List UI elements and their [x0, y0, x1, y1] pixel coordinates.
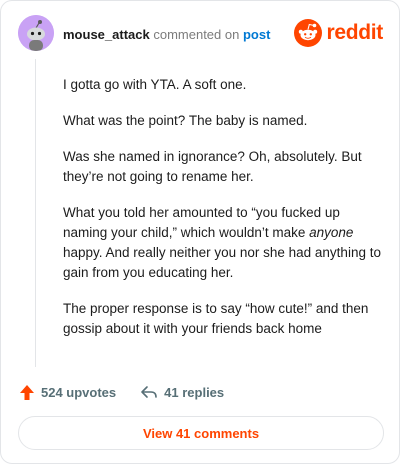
upvote-arrow-icon[interactable]	[19, 384, 35, 401]
brand-wordmark: reddit	[326, 21, 383, 44]
post-link[interactable]: post	[243, 27, 270, 42]
reddit-logo-icon	[294, 19, 323, 47]
upvote-count: 524 upvotes	[41, 384, 117, 400]
reply-arrow-icon[interactable]	[140, 385, 158, 399]
comment-paragraph: What was the point? The baby is named.	[63, 113, 308, 128]
paragraph-text: What you told her amounted to “you fucke…	[63, 205, 340, 240]
username[interactable]: mouse_attack	[63, 27, 150, 42]
comment-card: mouse_attack commented on post reddit I …	[0, 0, 400, 464]
reddit-brand[interactable]: reddit	[294, 19, 383, 47]
comment-meta: mouse_attack commented on post	[63, 27, 270, 43]
view-comments-button[interactable]: View 41 comments	[18, 416, 384, 450]
comment-paragraph: I gotta go with YTA. A soft one.	[63, 77, 247, 92]
reply-count[interactable]: 41 replies	[164, 385, 224, 400]
thread-line	[35, 59, 36, 367]
comment-actions: 524 upvotes 41 replies	[19, 382, 224, 402]
emphasis-text: anyone	[309, 225, 354, 240]
comment-paragraph: The proper response is to say “how cute!…	[63, 301, 369, 336]
comment-header: mouse_attack commented on post reddit	[18, 15, 383, 55]
snoo-avatar-icon	[18, 15, 54, 51]
action-text: commented on	[153, 27, 240, 42]
paragraph-text: happy. And really neither you nor she ha…	[63, 245, 381, 280]
avatar[interactable]	[18, 15, 54, 51]
comment-body: I gotta go with YTA. A soft one. What wa…	[63, 75, 383, 355]
comment-paragraph: Was she named in ignorance? Oh, absolute…	[63, 149, 362, 184]
comment-paragraph: What you told her amounted to “you fucke…	[63, 203, 383, 283]
